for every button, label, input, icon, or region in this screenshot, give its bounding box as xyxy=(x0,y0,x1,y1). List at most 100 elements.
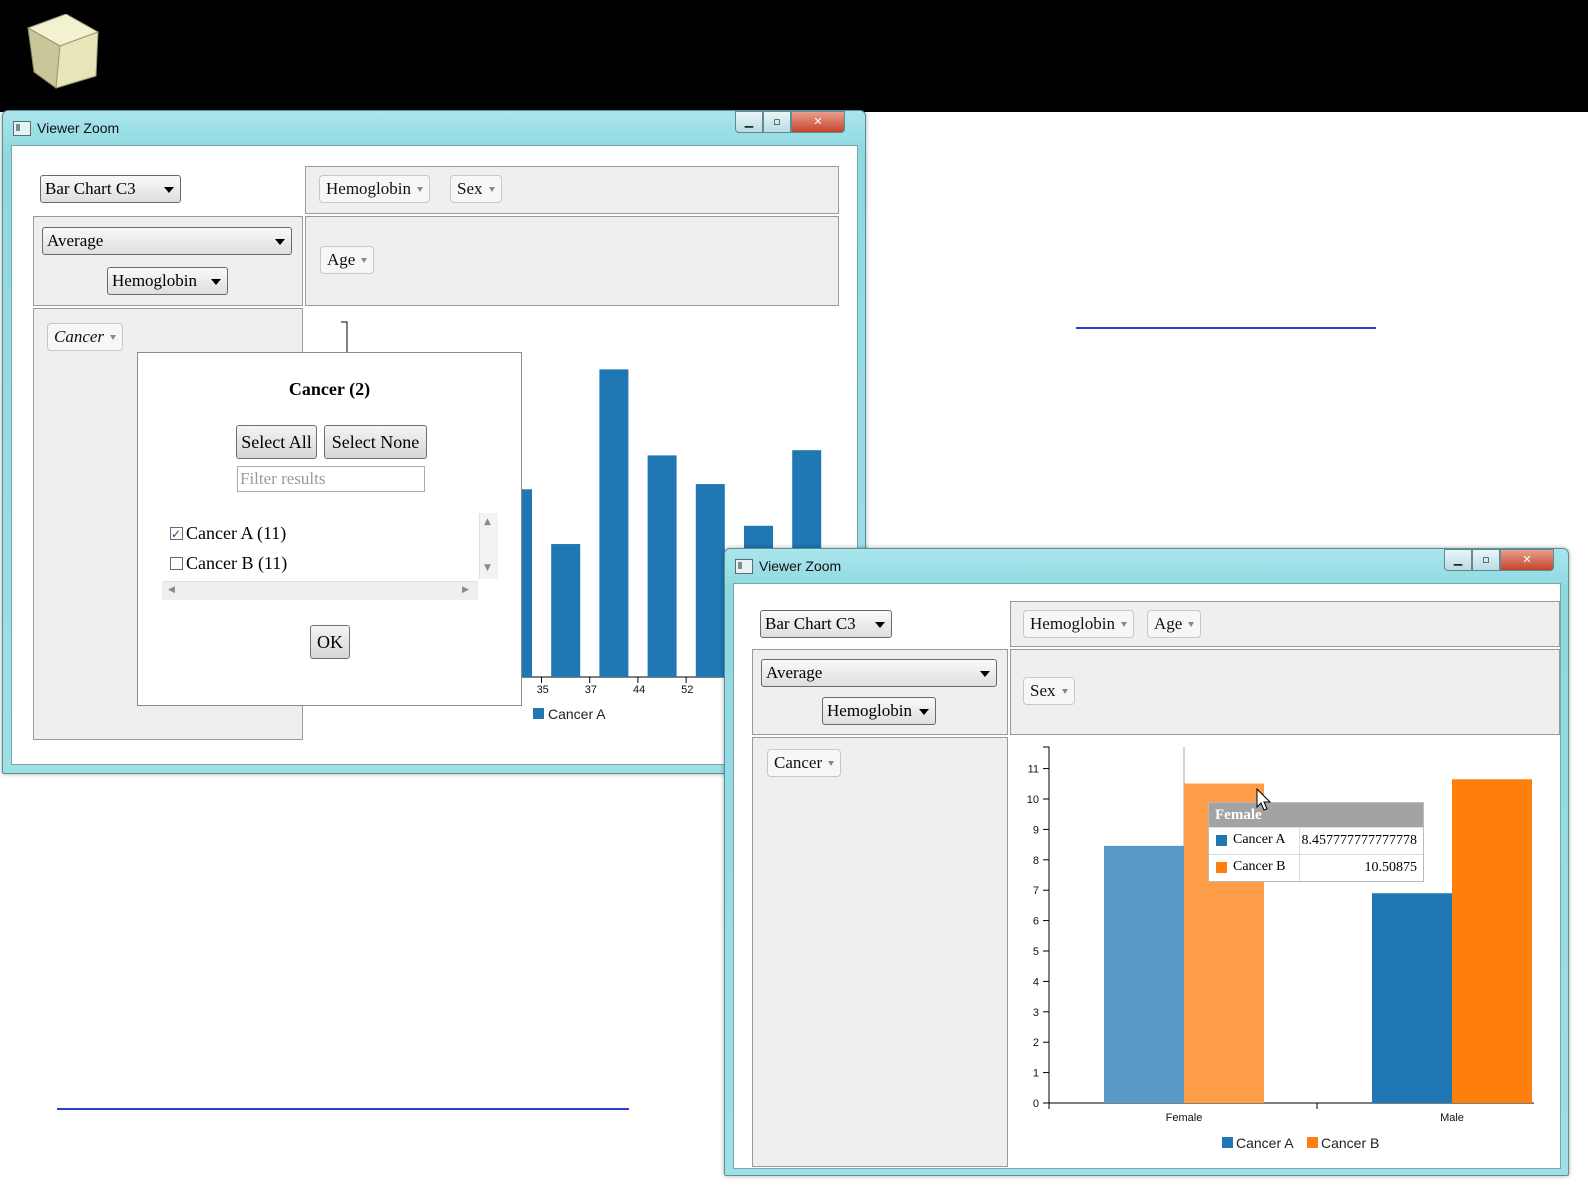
pill-label: Hemoglobin xyxy=(326,179,411,198)
pill-label: Sex xyxy=(1030,681,1056,700)
x-tick-label: 44 xyxy=(633,684,645,696)
aggregator-select[interactable]: Average xyxy=(761,659,997,687)
y-tick-label: 5 xyxy=(1033,946,1039,958)
attribute-pill-age[interactable]: Age xyxy=(1147,610,1202,638)
pill-label: Hemoglobin xyxy=(1030,614,1115,633)
window-title: Viewer Zoom xyxy=(759,558,842,574)
scroll-down-icon[interactable]: ▼ xyxy=(484,563,491,573)
y-tick-label: 7 xyxy=(1033,885,1039,897)
bar[interactable] xyxy=(647,455,677,677)
bar[interactable] xyxy=(599,369,629,677)
attribute-pill-age[interactable]: Age xyxy=(320,246,375,274)
x-tick-label: 52 xyxy=(681,684,693,696)
legend-label: Cancer A xyxy=(1236,1135,1294,1151)
value-select[interactable]: Hemoglobin xyxy=(822,697,936,725)
aggregator-select-value: Average xyxy=(766,663,823,682)
attribute-pill-sex[interactable]: Sex xyxy=(450,175,502,203)
filter-dropdown-icon[interactable] xyxy=(110,335,117,340)
horizontal-scrollbar[interactable]: ◀ ▶ xyxy=(162,581,478,600)
window-icon xyxy=(735,559,753,574)
bar[interactable] xyxy=(1372,893,1452,1103)
chevron-down-icon xyxy=(980,671,990,677)
y-tick-label: 11 xyxy=(1028,764,1039,776)
tooltip-series-name: Cancer A xyxy=(1233,832,1286,847)
bar[interactable] xyxy=(1452,779,1532,1103)
attribute-pill-sex[interactable]: Sex xyxy=(1023,677,1075,705)
list-item-label: Cancer A (11) xyxy=(186,523,287,543)
filter-dropdown-icon[interactable] xyxy=(417,187,423,192)
list-item[interactable]: Cancer A (11) xyxy=(170,521,287,546)
vertical-scrollbar[interactable]: ▲ ▼ xyxy=(479,513,498,579)
attribute-pill-cancer[interactable]: Cancer xyxy=(47,323,124,351)
renderer-select[interactable]: Bar Chart C3 xyxy=(40,175,181,203)
window-icon xyxy=(13,121,31,136)
legend-swatch xyxy=(533,708,544,719)
renderer-select[interactable]: Bar Chart C3 xyxy=(760,610,892,638)
filter-dropdown-icon[interactable] xyxy=(488,187,495,192)
value-select-value: Hemoglobin xyxy=(112,271,197,290)
minimize-button[interactable]: ▁ xyxy=(1444,549,1472,571)
y-tick-label: 4 xyxy=(1033,976,1039,988)
bar[interactable] xyxy=(1104,845,1184,1103)
filter-dropdown-icon[interactable] xyxy=(828,761,835,766)
y-tick-label: 6 xyxy=(1033,916,1039,928)
cube-icon xyxy=(26,14,100,89)
y-tick-label: 1 xyxy=(1033,1068,1039,1080)
renderer-select-value: Bar Chart C3 xyxy=(765,614,856,633)
aggregator-select-value: Average xyxy=(47,231,104,250)
x-tick-label: Male xyxy=(1440,1112,1464,1124)
legend-label: Cancer A xyxy=(548,706,606,722)
maximize-button[interactable]: ▫ xyxy=(763,111,791,133)
chevron-down-icon xyxy=(211,279,221,285)
renderer-select-value: Bar Chart C3 xyxy=(45,179,136,198)
chevron-down-icon xyxy=(875,622,885,628)
maximize-button[interactable]: ▫ xyxy=(1472,549,1500,571)
bar[interactable] xyxy=(695,484,725,677)
aggregator-select[interactable]: Average xyxy=(42,227,292,255)
filter-dropdown-icon[interactable] xyxy=(1188,622,1195,627)
ok-button[interactable]: OK xyxy=(310,625,350,659)
scroll-up-icon[interactable]: ▲ xyxy=(484,517,491,527)
close-button[interactable]: ✕ xyxy=(791,111,845,133)
row-attributes-area[interactable] xyxy=(305,216,839,306)
list-item[interactable]: Cancer B (11) xyxy=(170,551,287,575)
attribute-pill-hemoglobin[interactable]: Hemoglobin xyxy=(1023,610,1134,638)
filter-dropdown-icon[interactable] xyxy=(1061,689,1068,694)
pill-label: Age xyxy=(1154,614,1183,633)
window-title: Viewer Zoom xyxy=(37,120,120,136)
filter-dialog[interactable]: Cancer (2) Select All Select None Filter… xyxy=(137,352,522,706)
select-all-button[interactable]: Select All xyxy=(236,425,317,459)
tooltip-series-name: Cancer B xyxy=(1233,859,1286,874)
background-link-underline[interactable] xyxy=(1076,327,1376,329)
chevron-down-icon xyxy=(164,187,174,193)
pill-label: Sex xyxy=(457,179,483,198)
scroll-right-icon[interactable]: ▶ xyxy=(462,585,469,595)
unused-attributes-area[interactable] xyxy=(752,737,1008,1167)
list-item-label: Cancer B (11) xyxy=(186,553,288,573)
filter-dropdown-icon[interactable] xyxy=(361,258,368,263)
filter-dropdown-icon[interactable] xyxy=(1121,622,1127,627)
y-tick-label: 3 xyxy=(1033,1007,1039,1019)
scroll-left-icon[interactable]: ◀ xyxy=(168,585,175,595)
background-link-underline[interactable] xyxy=(57,1108,629,1110)
bar[interactable] xyxy=(551,544,581,677)
filter-results-input[interactable]: Filter results xyxy=(237,466,425,492)
close-button[interactable]: ✕ xyxy=(1500,549,1554,571)
y-tick-label: 2 xyxy=(1033,1037,1039,1049)
row-attributes-area[interactable] xyxy=(1010,649,1560,735)
mouse-cursor-icon xyxy=(1256,788,1272,811)
tooltip-title: Female xyxy=(1209,803,1423,827)
chevron-down-icon xyxy=(919,709,929,715)
attribute-pill-hemoglobin[interactable]: Hemoglobin xyxy=(319,175,430,203)
checkbox-unchecked[interactable] xyxy=(170,557,183,570)
value-select[interactable]: Hemoglobin xyxy=(107,267,228,295)
legend-swatch xyxy=(1307,1137,1318,1148)
tooltip-value: 10.50875 xyxy=(1299,855,1423,881)
attribute-pill-cancer[interactable]: Cancer xyxy=(767,749,842,777)
y-tick-label: 0 xyxy=(1033,1098,1039,1110)
pill-label: Cancer xyxy=(54,327,105,346)
checkbox-checked[interactable] xyxy=(170,522,183,546)
value-list[interactable]: Cancer A (11) Cancer B (11) ▲ ▼ ◀ ▶ xyxy=(162,513,498,601)
minimize-button[interactable]: ▁ xyxy=(735,111,763,133)
select-none-button[interactable]: Select None xyxy=(324,425,427,459)
